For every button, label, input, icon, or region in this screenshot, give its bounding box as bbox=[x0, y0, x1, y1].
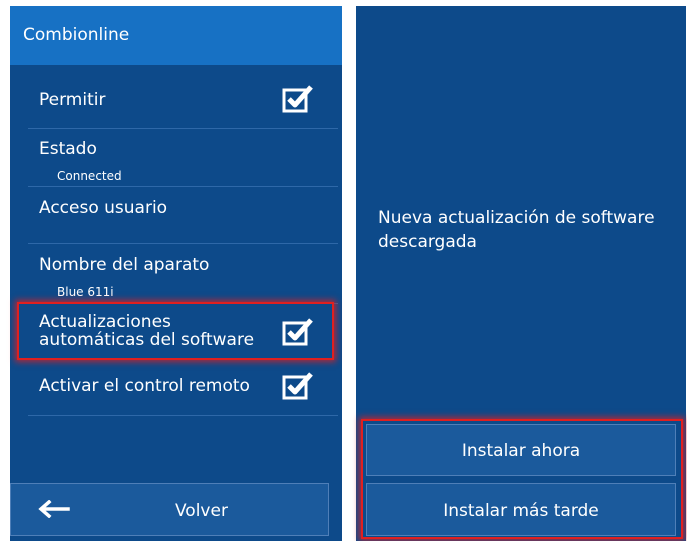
back-button-label: Volver bbox=[175, 501, 228, 521]
back-button[interactable]: Volver bbox=[10, 483, 329, 536]
setting-row-control-remoto[interactable]: Activar el control remoto bbox=[28, 362, 338, 416]
arrow-left-icon bbox=[38, 500, 70, 518]
setting-row-nombre-aparato[interactable]: Nombre del aparato Blue 611i bbox=[28, 243, 338, 304]
update-message: Nueva actualización de software descarga… bbox=[378, 206, 678, 254]
setting-value: Connected bbox=[57, 169, 122, 183]
update-message-line1: Nueva actualización de software bbox=[378, 208, 655, 228]
checkbox-checked-icon[interactable] bbox=[282, 371, 314, 401]
settings-panel: Combionline Permitir Estado Connected Ac… bbox=[10, 6, 342, 541]
setting-row-acceso-usuario[interactable]: Acceso usuario bbox=[28, 186, 338, 244]
setting-label: Nombre del aparato bbox=[39, 255, 210, 275]
setting-row-permitir[interactable]: Permitir bbox=[28, 66, 338, 129]
setting-row-estado[interactable]: Estado Connected bbox=[28, 128, 338, 187]
setting-value: Blue 611i bbox=[57, 285, 114, 299]
panel-header: Combionline bbox=[10, 6, 342, 65]
setting-label: Permitir bbox=[39, 90, 106, 110]
checkbox-checked-icon[interactable] bbox=[282, 84, 314, 114]
panel-title: Combionline bbox=[23, 25, 130, 45]
highlight-frame-install-buttons bbox=[361, 419, 683, 539]
update-message-line2: descargada bbox=[378, 232, 477, 252]
setting-label: Estado bbox=[39, 139, 97, 159]
highlight-frame-auto-update bbox=[17, 302, 334, 360]
setting-label: Activar el control remoto bbox=[39, 376, 250, 396]
setting-label: Acceso usuario bbox=[39, 198, 168, 218]
